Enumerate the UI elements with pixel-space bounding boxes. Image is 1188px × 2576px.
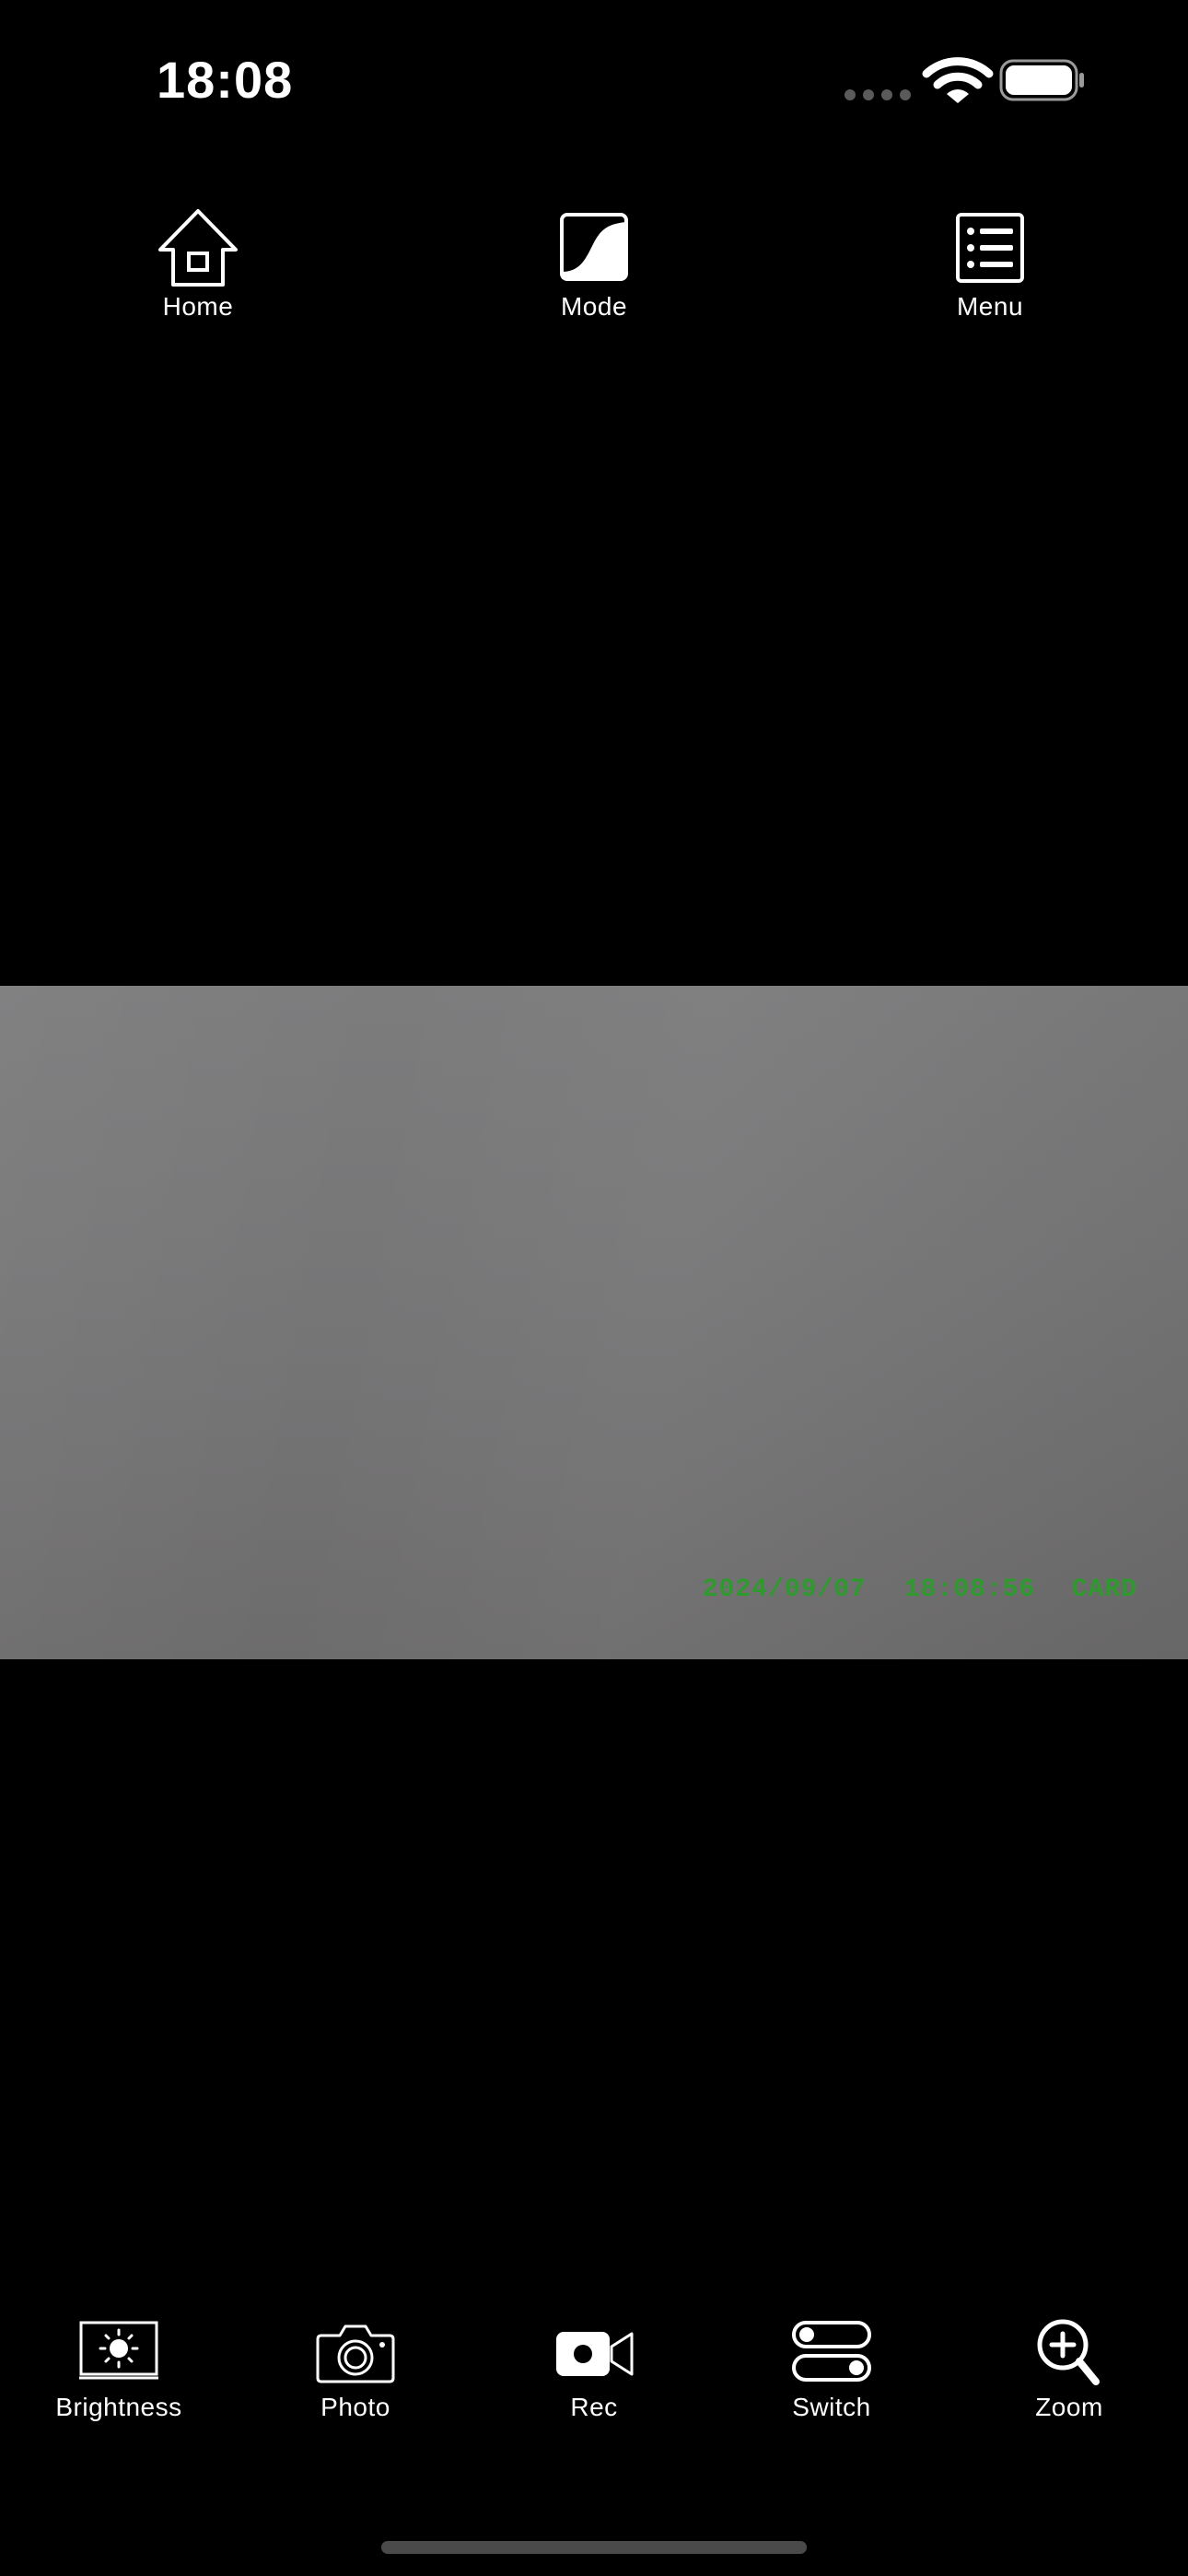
camera-icon <box>316 2324 395 2383</box>
zoom-in-icon <box>1037 2319 1100 2385</box>
rec-label: Rec <box>570 2393 618 2421</box>
zoom-button[interactable]: Zoom <box>977 2317 1161 2437</box>
osd-date: 2024/09/07 <box>703 1575 868 1604</box>
photo-label: Photo <box>320 2393 390 2421</box>
camera-live-view[interactable]: 2024/09/07 18:08:56 CARD <box>0 986 1188 1659</box>
home-indicator[interactable] <box>381 2541 807 2554</box>
home-button[interactable]: Home <box>97 207 299 345</box>
osd-time: 18:08:56 <box>904 1575 1036 1604</box>
switch-label: Switch <box>792 2393 871 2421</box>
home-icon <box>158 209 238 287</box>
home-label: Home <box>162 292 234 321</box>
menu-icon <box>956 213 1024 283</box>
cellular-signal-icon <box>844 89 911 100</box>
menu-button[interactable]: Menu <box>889 207 1091 345</box>
record-button[interactable]: Rec <box>502 2317 686 2437</box>
mode-button[interactable]: Mode <box>493 207 695 345</box>
menu-label: Menu <box>956 292 1024 321</box>
photo-button[interactable]: Photo <box>263 2317 448 2437</box>
switch-button[interactable]: Switch <box>740 2317 924 2437</box>
osd-storage-tag: CARD <box>1072 1575 1138 1604</box>
brightness-button[interactable]: Brightness <box>27 2317 211 2437</box>
mode-icon <box>560 213 628 281</box>
toggle-switch-icon <box>792 2321 871 2382</box>
status-indicators <box>838 55 1087 106</box>
zoom-label: Zoom <box>1035 2393 1103 2421</box>
brightness-label: Brightness <box>55 2393 182 2421</box>
wifi-icon <box>922 57 994 103</box>
battery-icon <box>999 59 1084 101</box>
video-camera-icon <box>556 2332 634 2376</box>
brightness-icon <box>79 2321 158 2380</box>
mode-label: Mode <box>560 292 628 321</box>
status-time: 18:08 <box>157 51 294 109</box>
